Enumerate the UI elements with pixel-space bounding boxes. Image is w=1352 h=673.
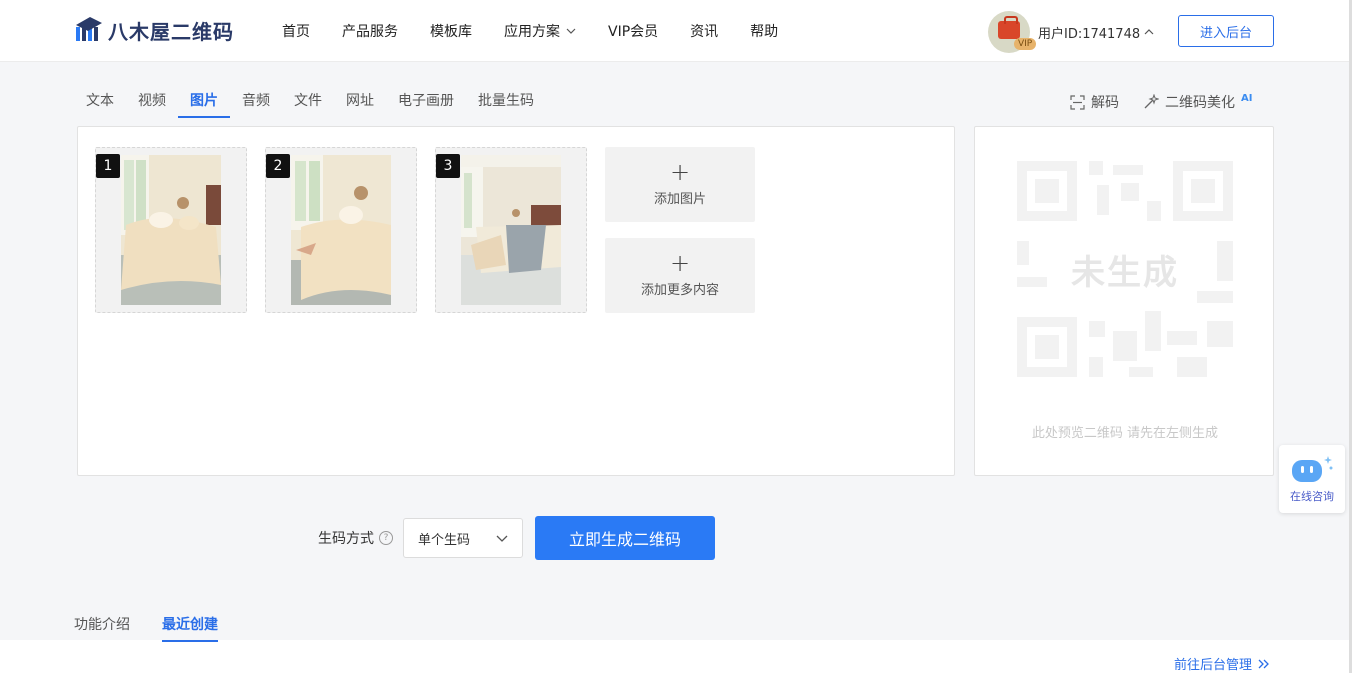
tab-text[interactable]: 文本 [86,88,114,118]
site-logo[interactable]: 八木屋二维码 [74,14,234,46]
nav-home-label: 首页 [282,24,310,40]
decode-button[interactable]: 解码 [1070,92,1119,112]
beautify-button[interactable]: 二维码美化 AI [1143,92,1252,112]
generate-mode-text: 生码方式 [318,531,374,547]
tab-audio[interactable]: 音频 [242,88,270,118]
enter-dashboard-button[interactable]: 进入后台 [1178,15,1274,47]
chat-bot-icon [1292,456,1333,482]
top-header: 八木屋二维码 首页 产品服务 模板库 应用方案 VIP会员 资讯 帮助 VIP … [0,0,1352,62]
help-icon[interactable]: ? [379,531,393,545]
image-number: 2 [266,154,290,178]
nav-home[interactable]: 首页 [282,21,310,41]
image-number: 1 [96,154,120,178]
logo-icon [76,17,102,41]
tab-features[interactable]: 功能介绍 [74,614,130,640]
ai-tag: AI [1241,92,1253,104]
room-photo-image [121,155,221,305]
room-photo-image [291,155,391,305]
tab-url[interactable]: 网址 [346,88,374,118]
vip-badge: VIP [1014,38,1037,50]
generate-mode-select[interactable]: 单个生码 [403,518,523,558]
room-photo-image [461,155,561,305]
nav-help[interactable]: 帮助 [750,21,778,41]
tab-video[interactable]: 视频 [138,88,166,118]
tab-batch[interactable]: 批量生码 [478,88,534,118]
main-nav: 首页 产品服务 模板库 应用方案 VIP会员 资讯 帮助 [282,0,810,62]
nav-vip-label: VIP会员 [608,24,659,40]
preview-hint: 此处预览二维码 请先在左侧生成 [1031,426,1219,441]
avatar[interactable]: VIP [988,11,1037,53]
scan-icon [1070,94,1085,110]
bottom-section [0,640,1352,673]
tools-bar: 解码 二维码美化 AI [1070,92,1252,112]
chevron-down-icon [496,535,508,542]
tab-image[interactable]: 图片 [178,88,230,118]
consult-label: 在线咨询 [1290,490,1334,503]
generate-mode-value: 单个生码 [418,532,471,548]
nav-products-label: 产品服务 [342,24,398,40]
tab-recent[interactable]: 最近创建 [162,614,218,642]
image-editor-panel: 1 2 3 + 添加图片 + 添加更多内容 [77,126,955,476]
nav-templates-label: 模板库 [430,24,472,40]
generate-row: 生码方式 ? 单个生码 立即生成二维码 [318,516,715,560]
bottom-tabs: 功能介绍 最近创建 [74,614,218,642]
user-id-label: 用户ID:1741748 [1038,26,1141,42]
add-more-content-button[interactable]: + 添加更多内容 [605,238,755,313]
nav-solutions[interactable]: 应用方案 [504,21,576,41]
add-more-label: 添加更多内容 [640,283,719,298]
not-generated-text: 未生成 [1071,252,1179,293]
image-card[interactable]: 1 [95,147,247,313]
plus-icon: + [669,249,691,277]
nav-news[interactable]: 资讯 [690,21,718,41]
image-card[interactable]: 2 [265,147,417,313]
qr-placeholder: 未生成 [1017,161,1233,377]
beautify-label: 二维码美化 [1165,95,1235,111]
nav-news-label: 资讯 [690,24,719,40]
nav-help-label: 帮助 [750,24,779,40]
briefcase-icon [998,16,1020,39]
generate-qr-button[interactable]: 立即生成二维码 [535,516,715,560]
logo-text: 八木屋二维码 [108,19,234,44]
nav-templates[interactable]: 模板库 [430,21,472,41]
generate-mode-label: 生码方式 ? [318,528,393,548]
goto-dashboard-link[interactable]: 前往后台管理 [1174,654,1270,673]
chevron-up-icon [1144,29,1154,35]
add-image-button[interactable]: + 添加图片 [605,147,755,222]
image-card[interactable]: 3 [435,147,587,313]
plus-icon: + [669,158,691,186]
goto-dashboard-label: 前往后台管理 [1174,658,1253,673]
user-id[interactable]: 用户ID:1741748 [1038,23,1154,42]
online-consult-button[interactable]: 在线咨询 [1279,445,1345,513]
nav-vip[interactable]: VIP会员 [608,21,658,41]
qr-preview-panel: 未生成 此处预览二维码 请先在左侧生成 [974,126,1274,476]
tab-ebook[interactable]: 电子画册 [398,88,454,118]
nav-products[interactable]: 产品服务 [342,21,398,41]
magic-wand-icon [1144,94,1159,109]
tab-file[interactable]: 文件 [294,88,322,118]
add-image-label: 添加图片 [653,192,706,207]
chevron-down-icon [566,28,576,34]
double-chevron-right-icon [1258,659,1269,668]
decode-label: 解码 [1091,95,1119,111]
content-type-tabs: 文本 视频 图片 音频 文件 网址 电子画册 批量生码 [86,88,558,118]
user-menu[interactable]: VIP 用户ID:1741748 [988,11,1154,53]
nav-solutions-label: 应用方案 [504,24,560,40]
image-number: 3 [436,154,460,178]
